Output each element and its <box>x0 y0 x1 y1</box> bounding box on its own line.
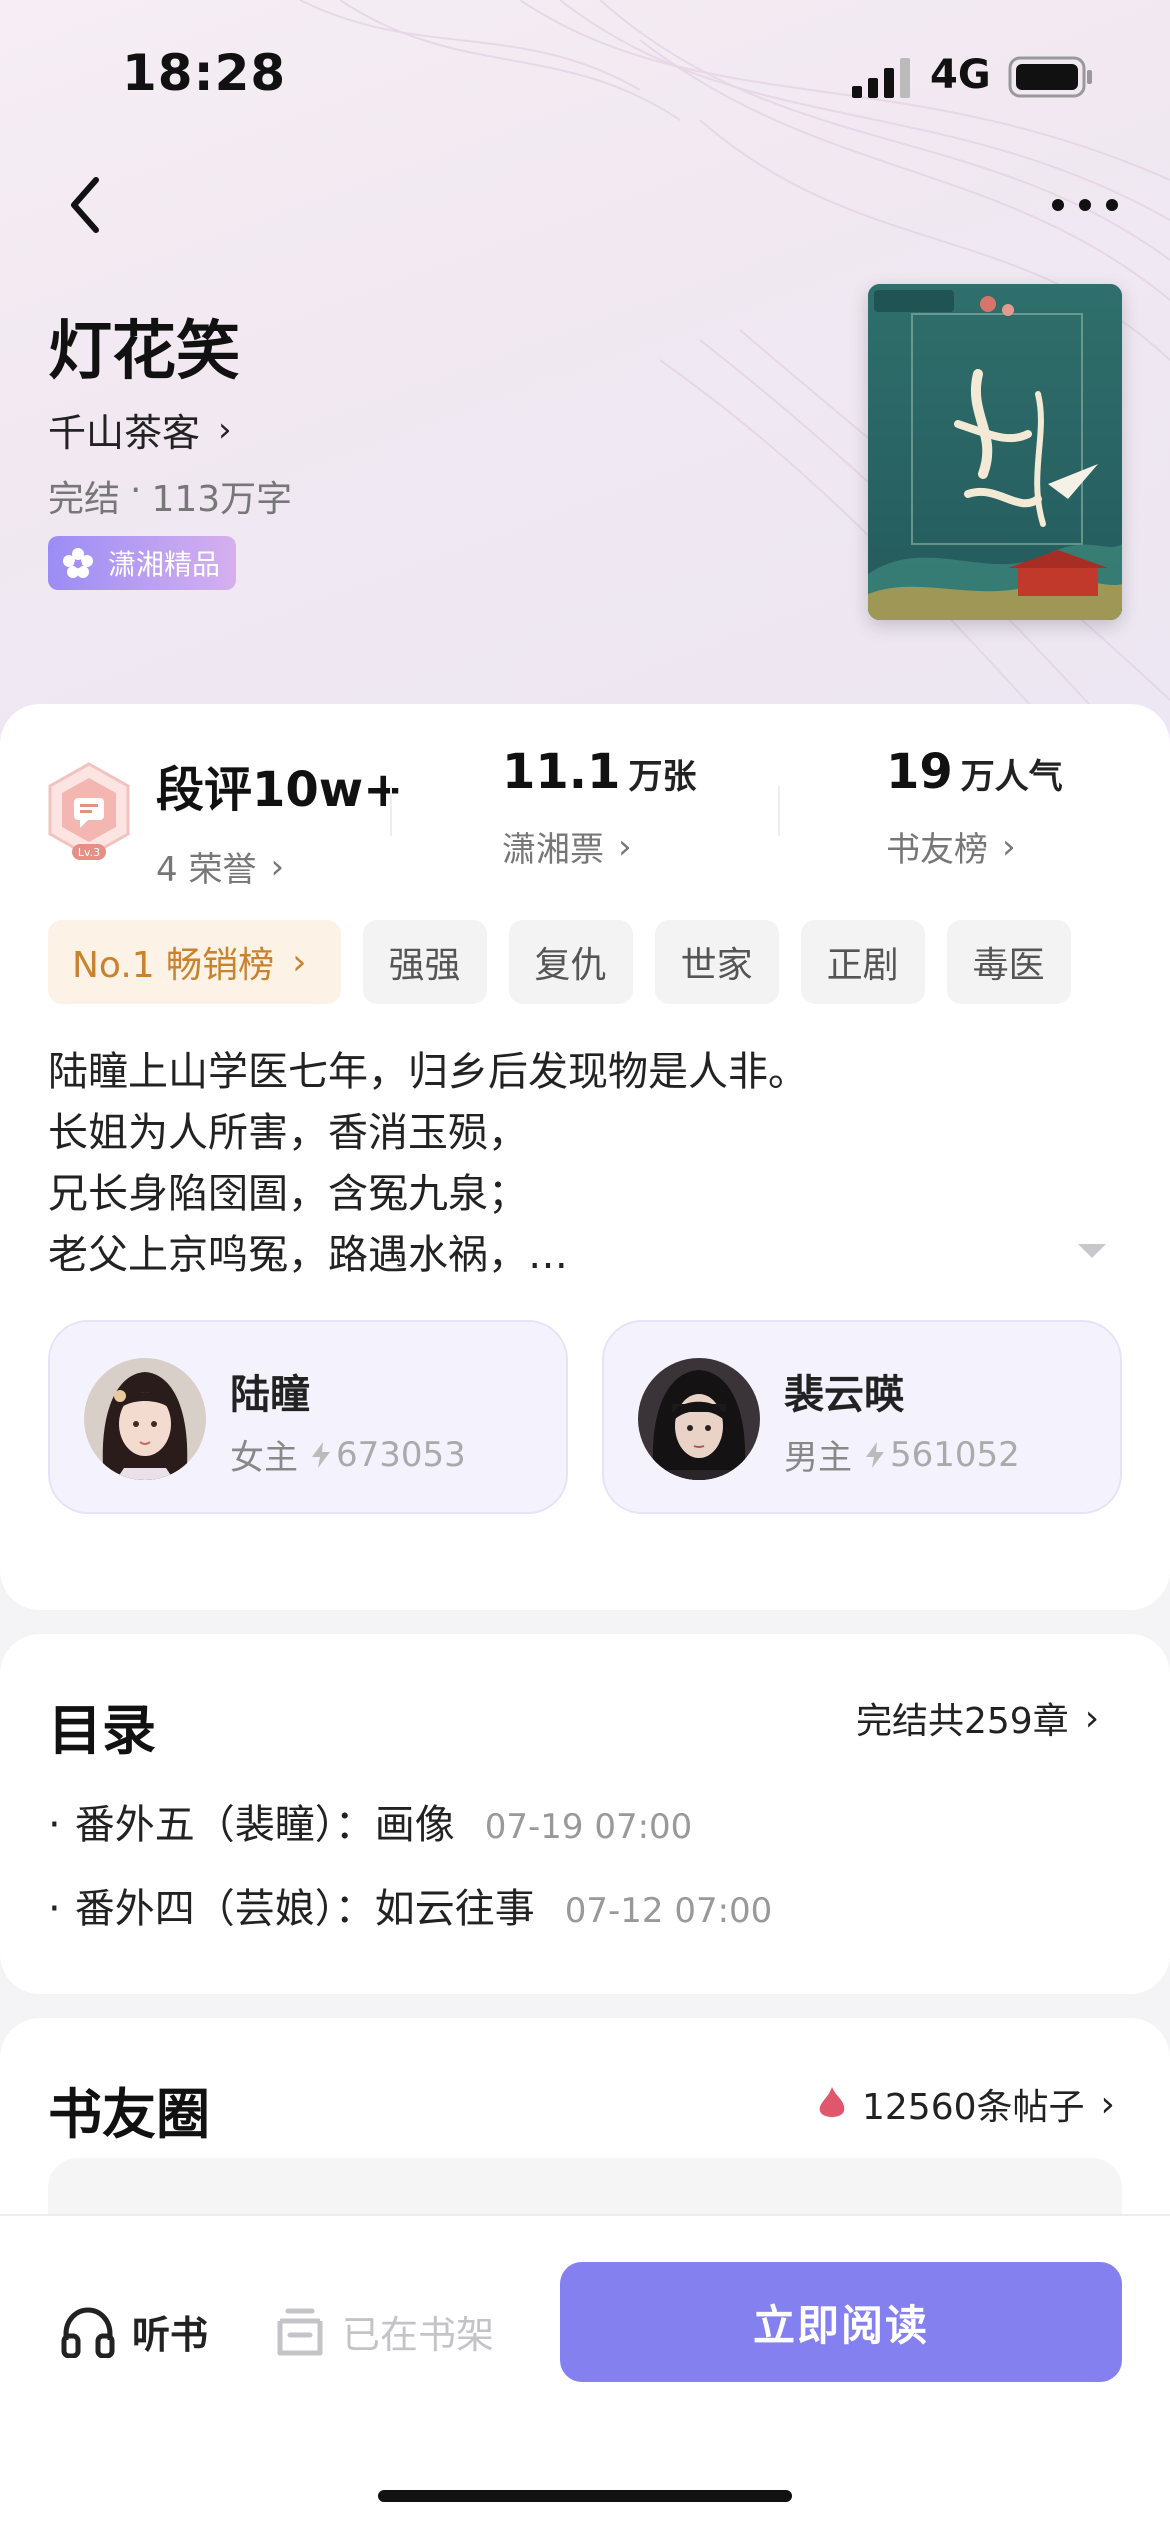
chevron-right-icon: › <box>1100 2083 1115 2125</box>
svg-text:Lv.3: Lv.3 <box>78 846 100 859</box>
ticket-stat[interactable]: 11.1 万张 潇湘票 › <box>502 744 696 871</box>
intro-line: 长姐为人所害，香消玉殒， <box>48 1110 528 1156</box>
signal-icon <box>852 58 910 98</box>
tag-chip[interactable]: 正剧 <box>800 920 925 1004</box>
home-indicator <box>378 2490 792 2502</box>
lightning-icon <box>312 1441 330 1468</box>
post-count: 12560条帖子 <box>862 2087 1085 2128</box>
expand-arrow-icon[interactable] <box>1074 1238 1110 1262</box>
character-score: 673053 <box>336 1434 466 1475</box>
status-time: 18:28 <box>122 44 287 102</box>
chapter-item[interactable]: · 番外四（芸娘）：如云往事 07-12 07:00 <box>48 1876 772 1934</box>
honor-badge-icon: Lv.3 <box>48 762 130 860</box>
popularity-stat[interactable]: 19 万人气 书友榜 › <box>886 744 1063 871</box>
popularity-unit: 万人气 <box>960 757 1063 797</box>
character-role: 女主 <box>230 1438 298 1478</box>
chevron-right-icon: › <box>218 409 232 450</box>
stat-divider <box>778 786 780 836</box>
book-status: 完结 <box>48 479 121 520</box>
character-avatar <box>84 1358 206 1480</box>
meta-separator: · <box>130 470 142 511</box>
fan-rank-label: 书友榜 <box>886 830 988 870</box>
premium-tag: 潇湘精品 <box>48 536 237 590</box>
read-now-button[interactable]: 立即阅读 <box>560 2262 1122 2382</box>
rank-label: No.1 畅销榜 <box>72 945 275 986</box>
toc-summary-link[interactable]: 完结共259章 › <box>856 1692 1099 1744</box>
premium-tag-label: 潇湘精品 <box>108 548 221 581</box>
back-icon[interactable] <box>56 170 116 240</box>
author-name: 千山茶客 <box>48 411 201 455</box>
circle-posts-link[interactable]: 12560条帖子 › <box>818 2078 1115 2130</box>
toc-summary: 完结共259章 <box>856 1701 1069 1742</box>
tag-list: No.1 畅销榜 › 强强 复仇 世家 正剧 毒医 <box>48 920 1071 1004</box>
ticket-label: 潇湘票 <box>502 830 604 870</box>
review-stat[interactable]: 段评10w+ 4 荣誉 › <box>156 750 403 891</box>
lightning-icon <box>866 1441 884 1468</box>
on-shelf-button[interactable]: 已在书架 <box>274 2304 494 2359</box>
battery-icon <box>1008 56 1092 98</box>
stat-divider <box>390 786 392 836</box>
honor-count: 4 荣誉 <box>156 850 257 890</box>
character-avatar <box>638 1358 760 1480</box>
chevron-right-icon: › <box>292 941 307 983</box>
book-intro[interactable]: 陆瞳上山学医七年，归乡后发现物是人非。 长姐为人所害，香消玉殒， 兄长身陷囹圄，… <box>48 1042 1048 1286</box>
chevron-right-icon: › <box>1084 1697 1100 1739</box>
rank-chip[interactable]: No.1 畅销榜 › <box>48 920 341 1004</box>
word-count: 113万字 <box>151 479 293 520</box>
toc-title: 目录 <box>48 1698 156 1762</box>
intro-line: 兄长身陷囹圄，含冤九泉； <box>48 1171 528 1217</box>
headphones-icon <box>61 2306 115 2358</box>
bullet: · <box>48 1886 61 1932</box>
bullet: · <box>48 1802 61 1848</box>
chapter-title: 番外五（裴瞳）：画像 <box>74 1802 455 1848</box>
chapter-time: 07-19 07:00 <box>484 1807 693 1847</box>
network-label: 4G <box>930 52 991 98</box>
tag-chip[interactable]: 复仇 <box>508 920 633 1004</box>
book-meta: 完结 · 113万字 <box>48 470 292 522</box>
listen-button[interactable]: 听书 <box>60 2304 208 2359</box>
ticket-value: 11.1 <box>502 744 621 800</box>
character-card[interactable]: 裴云暎 男主 561052 <box>602 1320 1122 1514</box>
intro-line: 陆瞳上山学医七年，归乡后发现物是人非。 <box>48 1049 808 1095</box>
ticket-unit: 万张 <box>628 757 697 797</box>
popularity-value: 19 <box>886 744 953 800</box>
male-lead-avatar <box>638 1358 760 1480</box>
bottom-action-bar: 听书 已在书架 立即阅读 <box>0 2214 1170 2532</box>
book-cover[interactable] <box>868 284 1122 620</box>
book-title: 灯花笑 <box>48 314 240 389</box>
character-name: 陆瞳 <box>230 1372 310 1418</box>
character-name: 裴云暎 <box>784 1372 904 1418</box>
tag-chip[interactable]: 强强 <box>362 920 487 1004</box>
chevron-right-icon: › <box>270 846 285 887</box>
character-role: 男主 <box>784 1438 852 1478</box>
review-value: 段评10w+ <box>156 762 404 818</box>
tag-chip[interactable]: 世家 <box>654 920 779 1004</box>
chapter-item[interactable]: · 番外五（裴瞳）：画像 07-19 07:00 <box>48 1792 692 1850</box>
female-lead-avatar <box>84 1358 206 1480</box>
flame-icon <box>819 2087 845 2117</box>
more-icon[interactable] <box>1040 180 1130 230</box>
tag-chip[interactable]: 毒医 <box>946 920 1071 1004</box>
flower-icon <box>63 548 93 578</box>
chapter-title: 番外四（芸娘）：如云往事 <box>74 1886 535 1932</box>
listen-label: 听书 <box>132 2313 209 2357</box>
cover-art <box>868 284 1122 620</box>
chevron-right-icon: › <box>618 826 632 867</box>
character-card[interactable]: 陆瞳 女主 673053 <box>48 1320 568 1514</box>
chevron-right-icon: › <box>1002 826 1016 867</box>
circle-title: 书友圈 <box>48 2082 210 2146</box>
shelf-label: 已在书架 <box>342 2313 495 2357</box>
author-link[interactable]: 千山茶客 › <box>48 402 232 457</box>
bookshelf-icon <box>277 2308 323 2355</box>
character-score: 561052 <box>890 1434 1020 1475</box>
chapter-time: 07-12 07:00 <box>564 1891 773 1931</box>
status-bar: 18:28 4G <box>0 0 1170 150</box>
intro-line: 老父上京鸣冤，路遇水祸，… <box>48 1232 568 1278</box>
